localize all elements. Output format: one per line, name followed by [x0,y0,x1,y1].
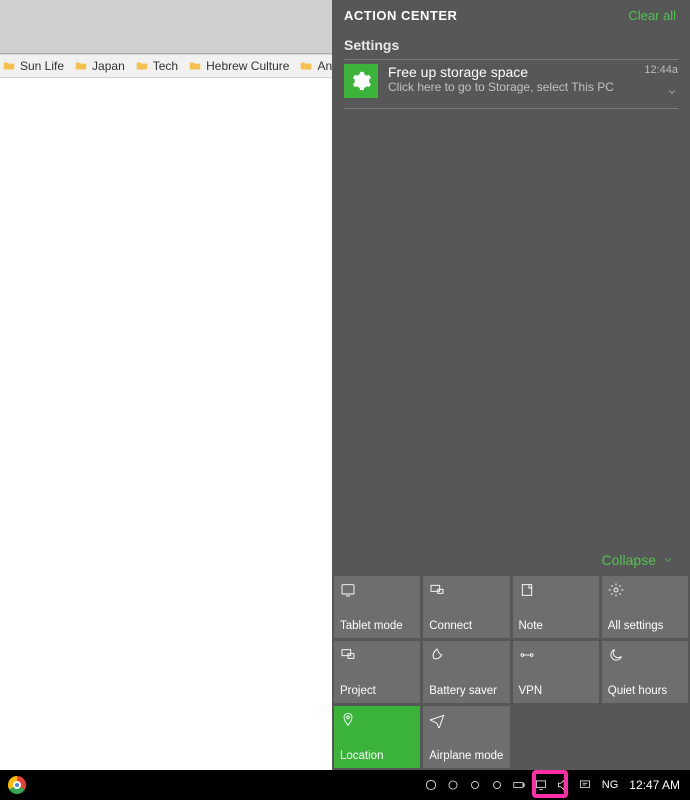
tile-label: Project [340,685,376,697]
tile-label: Note [519,620,543,632]
tile-connect[interactable]: Connect [423,576,509,638]
notification-title: Free up storage space [388,64,634,80]
clock[interactable]: 12:47 AM [627,778,682,792]
project-icon [340,647,356,668]
tray-icon[interactable] [423,777,439,793]
tile-label: Location [340,750,383,762]
clear-all-button[interactable]: Clear all [628,8,676,23]
note-icon [519,582,535,603]
tablet-icon [340,582,356,603]
tile-location[interactable]: Location [334,706,420,768]
tile-battery-saver[interactable]: Battery saver [423,641,509,703]
tray-icon[interactable] [467,777,483,793]
language-indicator[interactable]: NG [599,779,622,791]
quick-action-tiles: Tablet mode Connect Note All settings Pr… [332,576,690,770]
taskbar: NG 12:47 AM [0,770,690,800]
action-center-header: ACTION CENTER Clear all [332,0,690,29]
action-center-panel: ACTION CENTER Clear all Settings Free up… [332,0,690,770]
tray-icon[interactable] [445,777,461,793]
tile-label: Tablet mode [340,620,403,632]
tile-label: All settings [608,620,664,632]
leaf-icon [429,647,445,668]
network-icon[interactable] [533,777,549,793]
notification-section-header: Settings [332,29,690,59]
settings-gear-icon [344,64,378,98]
folder-icon [2,59,16,73]
vpn-icon [519,647,535,668]
bookmark-label: Sun Life [20,59,64,73]
connect-icon [429,582,445,603]
tile-label: Airplane mode [429,750,503,762]
bookmark-item[interactable]: Tech [135,59,178,73]
folder-icon [188,59,202,73]
action-center-icon[interactable] [577,777,593,793]
folder-icon [74,59,88,73]
folder-icon [299,59,313,73]
bookmark-label: Tech [153,59,178,73]
location-icon [340,712,356,733]
bookmark-item[interactable]: Hebrew Culture [188,59,289,73]
browser-tabs-area [0,0,332,54]
tray-icon[interactable] [489,777,505,793]
tile-vpn[interactable]: VPN [513,641,599,703]
bookmark-item[interactable]: Japan [74,59,125,73]
tile-empty [513,706,599,768]
chrome-icon[interactable] [8,776,26,794]
battery-icon[interactable] [511,777,527,793]
collapse-button[interactable]: Collapse [332,544,690,576]
notification-subtitle: Click here to go to Storage, select This… [388,80,634,94]
bookmark-item[interactable]: Anin [299,59,332,73]
collapse-label: Collapse [602,552,656,568]
tile-all-settings[interactable]: All settings [602,576,688,638]
bookmark-label: Anin [317,59,332,73]
bookmarks-bar: Sun Life Japan Tech Hebrew Culture Anin [0,54,332,78]
bookmark-label: Japan [92,59,125,73]
tile-quiet-hours[interactable]: Quiet hours [602,641,688,703]
tile-airplane-mode[interactable]: Airplane mode [423,706,509,768]
airplane-icon [429,712,445,733]
tile-project[interactable]: Project [334,641,420,703]
notification-item[interactable]: Free up storage space Click here to go t… [332,60,690,108]
action-center-title: ACTION CENTER [344,8,457,23]
volume-icon[interactable] [555,777,571,793]
notification-body: Free up storage space Click here to go t… [388,64,634,94]
bookmark-label: Hebrew Culture [206,59,289,73]
tile-note[interactable]: Note [513,576,599,638]
tile-empty [602,706,688,768]
notification-time: 12:44a [644,64,678,76]
moon-icon [608,647,624,668]
chevron-down-icon[interactable] [666,86,678,98]
folder-icon [135,59,149,73]
tile-label: Quiet hours [608,685,667,697]
tile-label: Connect [429,620,472,632]
bookmark-item[interactable]: Sun Life [2,59,64,73]
tile-tablet-mode[interactable]: Tablet mode [334,576,420,638]
gear-icon [608,582,624,603]
tile-label: Battery saver [429,685,497,697]
tile-label: VPN [519,685,543,697]
chevron-down-icon [662,554,674,566]
